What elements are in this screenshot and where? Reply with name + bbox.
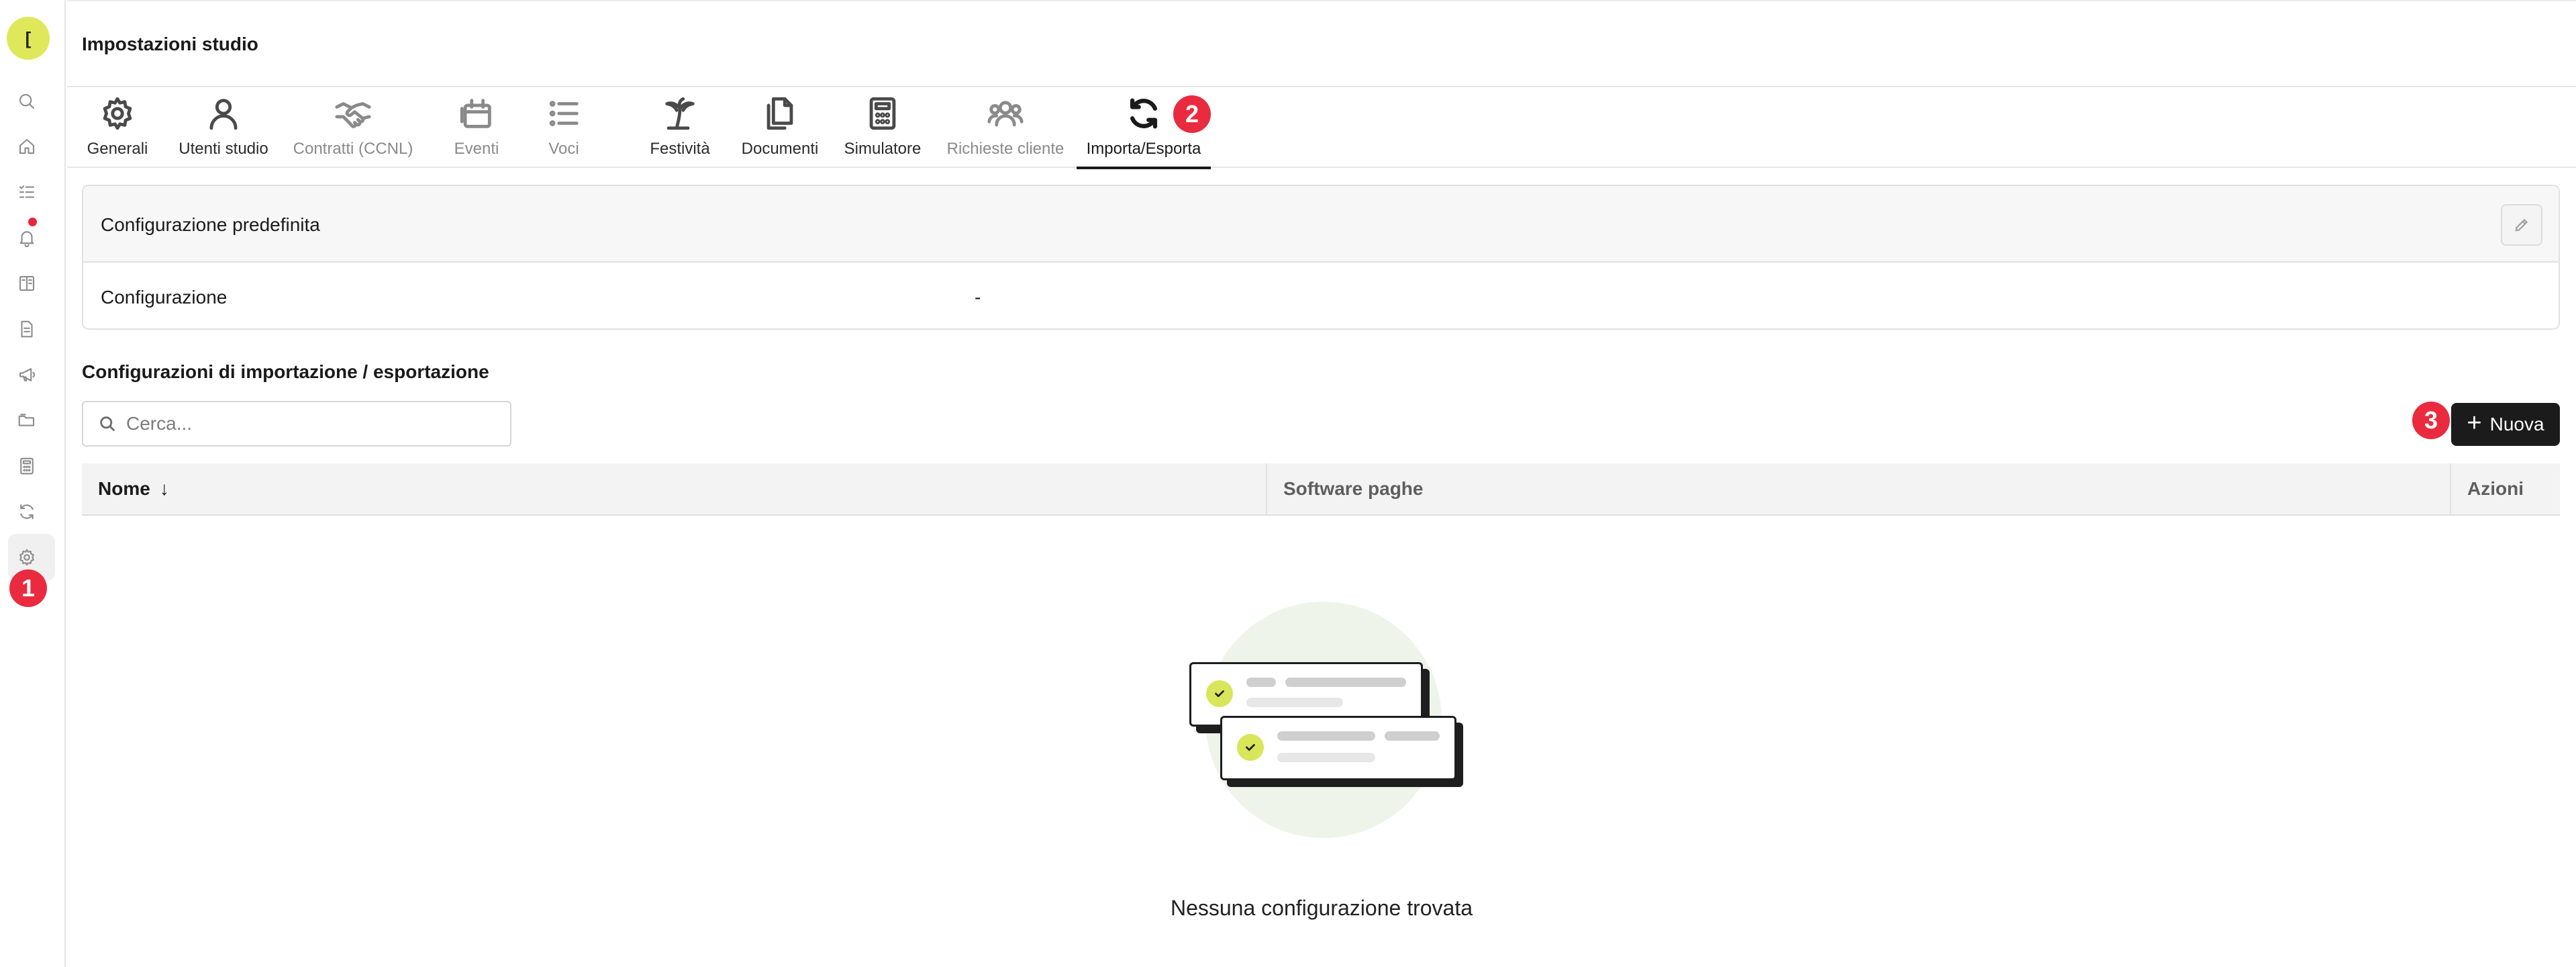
user-icon <box>209 99 238 130</box>
sync-icon[interactable] <box>13 498 40 525</box>
tab-voci[interactable]: Voci <box>540 89 588 168</box>
page-title: Impostazioni studio <box>82 34 258 54</box>
documents-icon <box>766 97 793 130</box>
tab-richieste-cliente[interactable]: Richieste cliente <box>941 89 1070 168</box>
calendar-icon <box>460 99 491 128</box>
sidebar-rail: [1 <box>0 0 66 967</box>
table-header: Nome ↓ Software paghe Azioni <box>82 463 2560 516</box>
app-root: [1 Impostazioni studio Generali Utenti … <box>0 0 2576 967</box>
calculator-icon <box>869 97 896 130</box>
tab-label: Eventi <box>454 140 499 158</box>
illustration-card-front <box>1220 716 1456 780</box>
avatar[interactable]: [ <box>7 17 50 60</box>
gear-icon[interactable] <box>13 544 40 571</box>
search-input[interactable]: Cerca... <box>82 401 511 447</box>
config-value: - <box>975 287 981 308</box>
tab-bar: Generali Utenti studio Contratti (CCNL) … <box>67 89 2576 169</box>
document-icon[interactable] <box>13 316 40 342</box>
megaphone-icon[interactable] <box>13 361 40 388</box>
header: Impostazioni studio <box>67 0 2576 87</box>
tab-generali[interactable]: Generali <box>85 89 150 168</box>
tab-festivita[interactable]: Festività <box>643 89 717 168</box>
check-icon <box>1206 680 1233 707</box>
tab-label: Documenti <box>741 140 819 158</box>
column-header-azioni: Azioni <box>2467 463 2524 514</box>
step-badge-1: 1 <box>9 569 47 607</box>
search-placeholder: Cerca... <box>126 413 193 434</box>
illustration-bar <box>1285 678 1406 687</box>
step-badge-2: 2 <box>1173 95 1211 133</box>
column-label: Nome <box>98 478 150 499</box>
step-badge-1-label: 1 <box>21 574 36 602</box>
sort-arrow-icon: ↓ <box>159 478 169 499</box>
illustration-bar <box>1277 753 1375 762</box>
check-icon <box>1237 734 1264 761</box>
step-badge-2-label: 2 <box>1185 100 1199 128</box>
pencil-icon <box>2515 218 2528 232</box>
calculator-icon[interactable] <box>13 453 40 479</box>
column-header-nome[interactable]: Nome ↓ <box>98 463 169 514</box>
tab-simulatore[interactable]: Simulatore <box>839 89 926 168</box>
tab-label: Richieste cliente <box>946 140 1064 158</box>
column-divider <box>1266 463 1267 514</box>
section-title: Configurazioni di importazione / esporta… <box>82 361 489 382</box>
avatar-initial: [ <box>25 28 32 48</box>
tab-eventi[interactable]: Eventi <box>448 89 505 168</box>
gear-icon <box>103 97 132 130</box>
tab-label: Voci <box>548 140 579 158</box>
column-header-software-paghe[interactable]: Software paghe <box>1283 463 1423 514</box>
tab-contratti[interactable]: Contratti (CCNL) <box>287 89 419 168</box>
tab-utenti-studio[interactable]: Utenti studio <box>173 89 274 168</box>
search-icon[interactable] <box>13 88 40 115</box>
config-label: Configurazione <box>101 287 228 308</box>
column-label: Software paghe <box>1283 478 1424 499</box>
column-label: Azioni <box>2467 478 2524 499</box>
edit-button[interactable] <box>2501 204 2542 246</box>
folder-icon[interactable] <box>13 407 40 434</box>
tab-label: Importa/Esporta <box>1086 140 1201 158</box>
book-icon[interactable] <box>13 270 40 297</box>
column-divider <box>2450 463 2451 514</box>
palm-tree-icon <box>665 97 695 130</box>
illustration-bar <box>1246 678 1276 687</box>
tab-label: Simulatore <box>844 140 922 158</box>
default-config-header: Configurazione predefinita <box>83 186 2559 263</box>
tab-label: Contratti (CCNL) <box>293 140 413 158</box>
list-icon <box>549 101 579 126</box>
tab-label: Utenti studio <box>179 140 268 158</box>
empty-state-message: Nessuna configurazione trovata <box>1170 896 1473 920</box>
step-badge-3: 3 <box>2412 402 2450 439</box>
step-badge-3-label: 3 <box>2424 406 2438 434</box>
handshake-icon <box>335 102 371 128</box>
tab-label: Festività <box>650 140 710 158</box>
illustration-bar <box>1246 698 1343 707</box>
sync-icon <box>1130 98 1158 129</box>
tab-documenti[interactable]: Documenti <box>737 89 823 168</box>
illustration-bar <box>1277 731 1375 741</box>
plus-icon: + <box>2467 409 2482 437</box>
new-button-label: Nuova <box>2489 414 2544 434</box>
illustration-bar <box>1385 731 1440 741</box>
bell-icon[interactable] <box>13 224 40 251</box>
config-row: Configurazione - <box>83 263 2559 328</box>
tab-label: Generali <box>87 140 148 158</box>
search-icon <box>100 416 115 431</box>
default-config-title: Configurazione predefinita <box>101 214 320 235</box>
task-list-icon[interactable] <box>13 179 40 205</box>
notification-dot <box>28 218 37 226</box>
home-icon[interactable] <box>13 133 40 160</box>
default-config-card: Configurazione predefinita Configurazion… <box>82 185 2560 330</box>
new-configuration-button[interactable]: + Nuova <box>2451 403 2560 446</box>
users-icon <box>987 101 1024 127</box>
